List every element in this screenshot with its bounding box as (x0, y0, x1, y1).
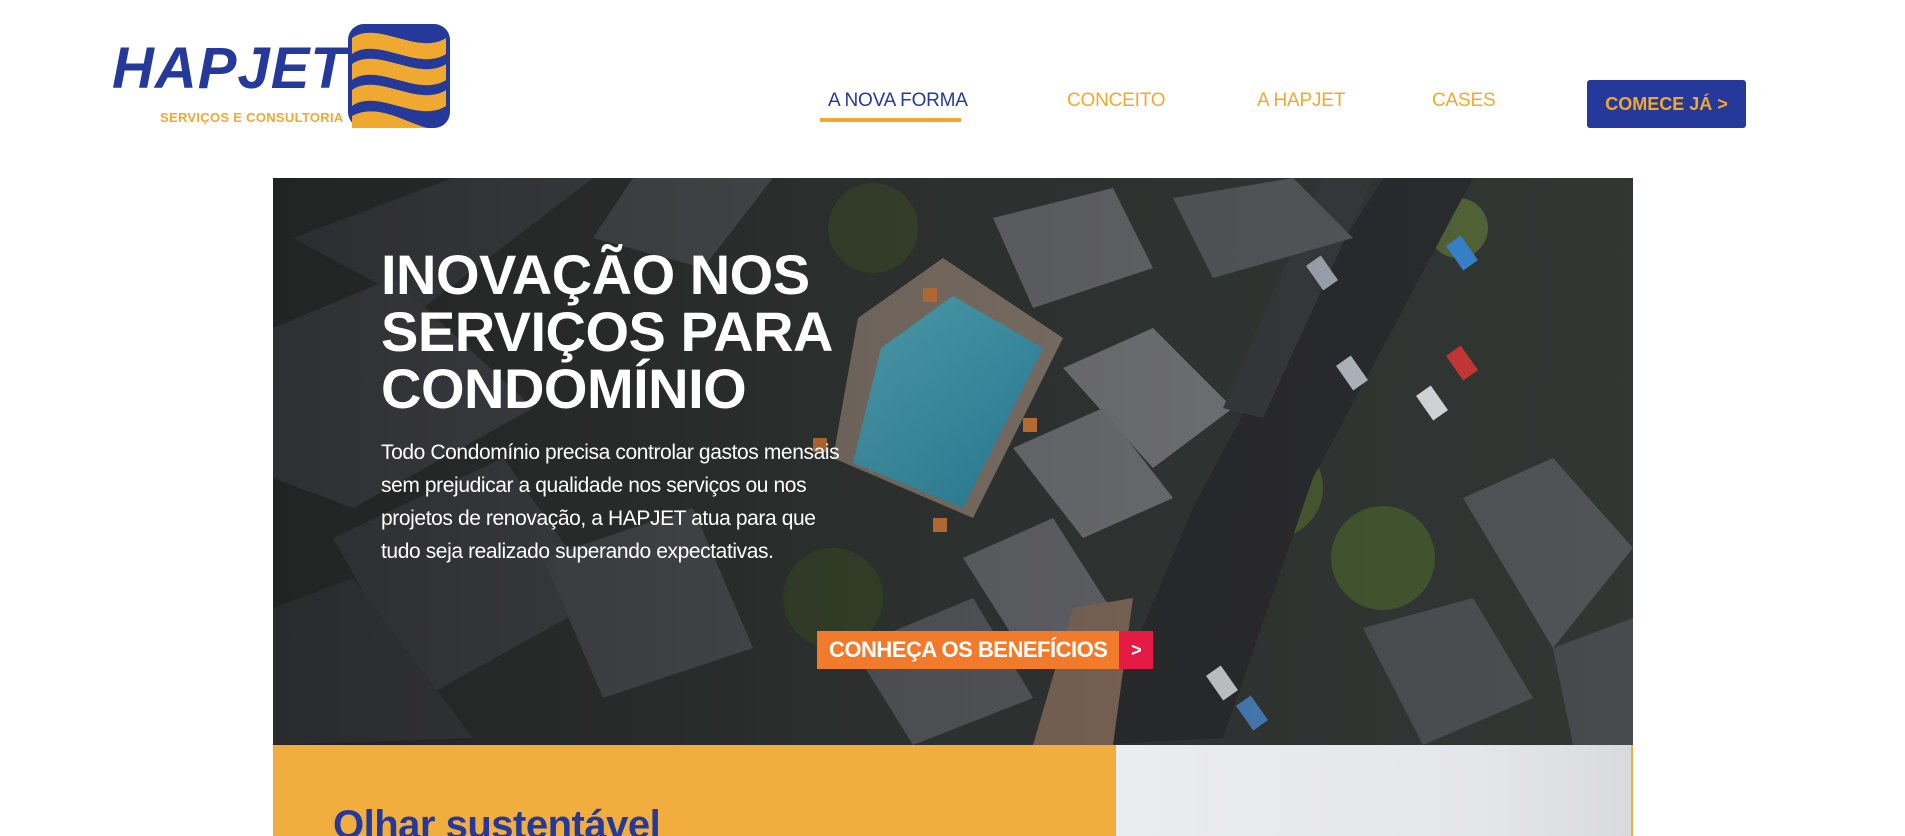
hero-title-line-2: SERVIÇOS PARA (381, 300, 833, 363)
conheca-beneficios-button[interactable]: CONHEÇA OS BENEFÍCIOS > (817, 631, 1154, 669)
nav-item-a-hapjet[interactable]: A HAPJET (1257, 90, 1345, 112)
hero-cta-label[interactable]: CONHEÇA OS BENEFÍCIOS (817, 631, 1120, 669)
hero-description: Todo Condomínio precisa controlar gastos… (381, 441, 840, 563)
nav-active-indicator (820, 118, 961, 122)
chevron-right-icon[interactable]: > (1119, 631, 1154, 669)
logo-wordmark: HAPJET (112, 36, 347, 101)
comece-ja-button[interactable]: COMECE JÁ > (1587, 80, 1746, 128)
logo-tagline: SERVIÇOS E CONSULTORIA (160, 110, 344, 125)
hero-banner: INOVAÇÃO NOS SERVIÇOS PARA CONDOMÍNIO To… (273, 178, 1633, 745)
nav-item-a-nova-forma[interactable]: A NOVA FORMA (828, 90, 968, 112)
sustainable-section: Olhar sustentável (273, 745, 1116, 836)
hero-title-line-1: INOVAÇÃO NOS (381, 243, 810, 306)
hapjet-logo[interactable]: HAPJET SERVIÇOS E CONSULTORIA (112, 24, 457, 128)
nav-item-cases[interactable]: CASES (1432, 90, 1496, 112)
nav-item-conceito[interactable]: CONCEITO (1067, 90, 1166, 112)
wave-logo-icon (348, 24, 450, 128)
section-title: Olhar sustentável (333, 803, 661, 836)
section-image-panel (1116, 745, 1633, 836)
hero-title-line-3: CONDOMÍNIO (381, 357, 747, 420)
hero-title: INOVAÇÃO NOS SERVIÇOS PARA CONDOMÍNIO (381, 246, 901, 417)
